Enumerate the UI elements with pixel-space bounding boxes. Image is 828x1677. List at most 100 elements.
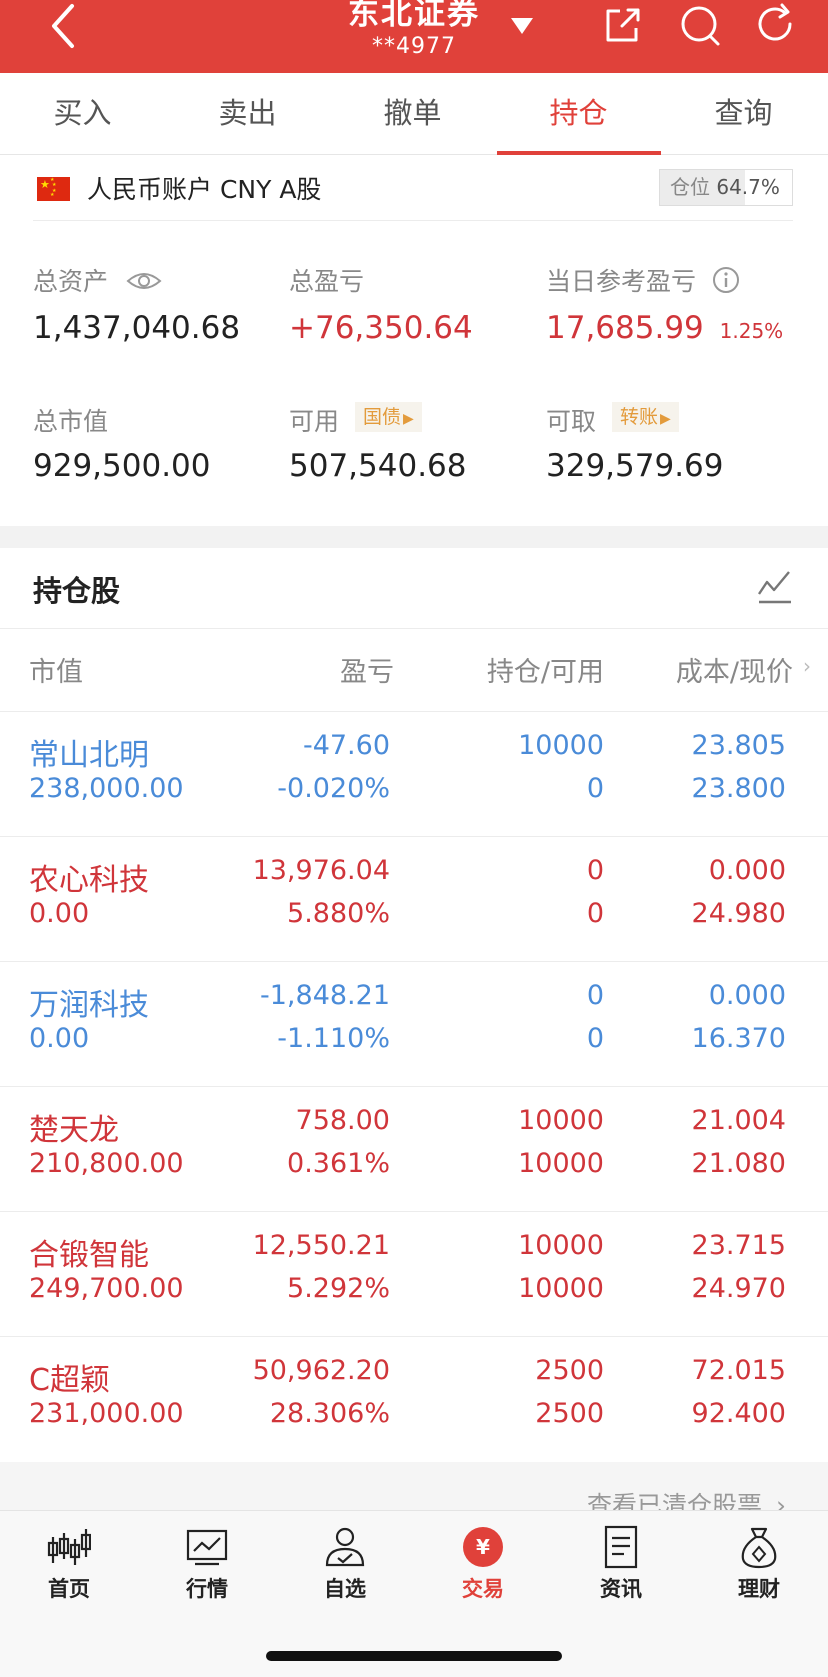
market-value: 210,800.00 bbox=[29, 1148, 184, 1179]
col-cost-price[interactable]: 成本/现价 bbox=[676, 650, 793, 689]
holding-row[interactable]: 农心科技 0.00 13,976.04 5.880% 0 0 0.000 24.980 bbox=[0, 836, 828, 961]
daily-pnl-label: 当日参考盈亏 bbox=[546, 262, 740, 298]
chart-toggle-icon[interactable] bbox=[756, 568, 794, 608]
cost-price: 72.015 bbox=[691, 1355, 786, 1386]
cost-price: 23.715 bbox=[691, 1230, 786, 1261]
holding-row[interactable]: C超颖 231,000.00 50,962.20 28.306% 2500 2500 72.… bbox=[0, 1336, 828, 1461]
daily-pnl-label-text: 当日参考盈亏 bbox=[546, 267, 697, 296]
stock-name: 农心科技 bbox=[29, 863, 149, 898]
col-hold-available: 持仓/可用 bbox=[486, 657, 604, 688]
total-assets-value: 1,437,040.68 bbox=[33, 310, 241, 346]
current-price: 24.980 bbox=[691, 898, 786, 929]
trade-tabs: 买入 卖出 撤单 持仓 查询 bbox=[0, 73, 828, 155]
refresh-icon[interactable] bbox=[754, 2, 798, 48]
nav-label: 资讯 bbox=[600, 1577, 642, 1601]
svg-text:¥: ¥ bbox=[476, 1535, 490, 1559]
holding-row[interactable]: 常山北明 238,000.00 -47.60 -0.020% 10000 0 23.805 2… bbox=[0, 711, 828, 836]
hold-qty: 0 bbox=[586, 980, 604, 1011]
stock-name: 合锻智能 bbox=[29, 1238, 149, 1273]
account-row: ★ ★ ★ ★ ★ 人民币账户 CNY A股 仓位 64.7% bbox=[33, 155, 793, 221]
account-dropdown-icon[interactable] bbox=[507, 14, 537, 38]
tab-buy[interactable]: 买入 bbox=[0, 73, 165, 155]
transfer-tag-button[interactable]: 转账 ▶ bbox=[612, 402, 679, 432]
stock-name: 楚天龙 bbox=[29, 1113, 119, 1148]
daily-pnl-value: 17,685.99 1.25% bbox=[546, 310, 783, 346]
divider bbox=[0, 628, 828, 629]
cost-price: 0.000 bbox=[708, 980, 786, 1011]
pnl-percent: 0.361% bbox=[287, 1148, 390, 1179]
holdings-title: 持仓股 bbox=[33, 574, 121, 608]
market-chart-icon bbox=[186, 1529, 228, 1566]
nav-market[interactable]: 行情 bbox=[138, 1511, 276, 1621]
nav-label: 首页 bbox=[48, 1577, 90, 1601]
pnl-percent: 5.880% bbox=[287, 898, 390, 929]
current-price: 16.370 bbox=[691, 1023, 786, 1054]
nav-label: 行情 bbox=[186, 1577, 228, 1601]
hold-qty: 2500 bbox=[535, 1355, 604, 1386]
money-bag-icon bbox=[741, 1527, 777, 1569]
avail-qty: 2500 bbox=[535, 1398, 604, 1429]
nav-label: 自选 bbox=[324, 1577, 366, 1601]
position-ratio-label: 仓位 bbox=[670, 175, 710, 199]
tab-cancel[interactable]: 撤单 bbox=[330, 73, 495, 155]
stock-name: 常山北明 bbox=[29, 738, 149, 773]
user-check-icon bbox=[325, 1527, 365, 1567]
yuan-coin-icon: ¥ bbox=[463, 1527, 503, 1567]
cleared-stocks-area: 查看已清仓股票 › bbox=[0, 1462, 828, 1510]
current-price: 23.800 bbox=[691, 773, 786, 804]
account-label[interactable]: 人民币账户 CNY A股 bbox=[87, 170, 321, 206]
pnl-amount: 12,550.21 bbox=[252, 1230, 390, 1261]
search-icon[interactable] bbox=[678, 2, 722, 48]
pnl-percent: -0.020% bbox=[277, 773, 390, 804]
hold-qty: 0 bbox=[586, 855, 604, 886]
stock-name: C超颖 bbox=[29, 1363, 110, 1398]
market-value-value: 929,500.00 bbox=[33, 448, 211, 484]
current-price: 92.400 bbox=[691, 1398, 786, 1429]
nav-home[interactable]: 首页 bbox=[0, 1511, 138, 1621]
tab-holdings[interactable]: 持仓 bbox=[496, 73, 661, 155]
current-price: 24.970 bbox=[691, 1273, 786, 1304]
nav-watchlist[interactable]: 自选 bbox=[276, 1511, 414, 1621]
available-label: 可用 bbox=[289, 407, 340, 436]
holding-row[interactable]: 合锻智能 249,700.00 12,550.21 5.292% 10000 10000 2… bbox=[0, 1211, 828, 1336]
tab-query[interactable]: 查询 bbox=[661, 73, 826, 155]
document-icon bbox=[604, 1525, 638, 1569]
holding-row[interactable]: 万润科技 0.00 -1,848.21 -1.110% 0 0 0.000 16.370 bbox=[0, 961, 828, 1086]
position-ratio-badge: 仓位 64.7% bbox=[659, 169, 793, 206]
view-cleared-stocks-link[interactable]: 查看已清仓股票 › bbox=[587, 1486, 786, 1510]
nav-news[interactable]: 资讯 bbox=[552, 1511, 690, 1621]
withdrawable-value: 329,579.69 bbox=[546, 448, 724, 484]
available-value: 507,540.68 bbox=[289, 448, 467, 484]
withdrawable-label: 可取 bbox=[546, 407, 597, 436]
avail-qty: 0 bbox=[586, 773, 604, 804]
share-icon[interactable] bbox=[600, 2, 644, 48]
total-assets-label: 总资产 bbox=[33, 262, 162, 298]
market-value: 0.00 bbox=[29, 898, 90, 929]
total-pnl-value: +76,350.64 bbox=[289, 310, 473, 346]
market-value: 249,700.00 bbox=[29, 1273, 184, 1304]
market-value: 0.00 bbox=[29, 1023, 90, 1054]
tab-sell[interactable]: 卖出 bbox=[165, 73, 330, 155]
top-bar: 东北证券 **4977 bbox=[0, 0, 828, 73]
chevron-right-icon[interactable]: › bbox=[803, 654, 811, 678]
market-value-label: 总市值 bbox=[33, 407, 109, 436]
avail-qty: 10000 bbox=[518, 1148, 604, 1179]
candlestick-icon bbox=[47, 1529, 91, 1565]
hold-qty: 10000 bbox=[518, 730, 604, 761]
daily-pnl-percent: 1.25% bbox=[719, 319, 784, 343]
holding-row[interactable]: 楚天龙 210,800.00 758.00 0.361% 10000 10000 21.00… bbox=[0, 1086, 828, 1211]
pnl-amount: 758.00 bbox=[295, 1105, 390, 1136]
pnl-percent: 28.306% bbox=[269, 1398, 390, 1429]
info-icon[interactable] bbox=[712, 266, 740, 294]
col-market-value: 市值 bbox=[29, 657, 83, 688]
nav-trade[interactable]: ¥ 交易 bbox=[414, 1511, 552, 1621]
market-value: 231,000.00 bbox=[29, 1398, 184, 1429]
nav-wealth[interactable]: 理财 bbox=[690, 1511, 828, 1621]
cost-price: 0.000 bbox=[708, 855, 786, 886]
hold-qty: 10000 bbox=[518, 1230, 604, 1261]
total-pnl-label: 总盈亏 bbox=[289, 267, 365, 296]
section-divider bbox=[0, 526, 828, 548]
transfer-tag-text: 转账 bbox=[620, 406, 659, 428]
bond-tag-button[interactable]: 国债 ▶ bbox=[355, 402, 422, 432]
eye-icon[interactable] bbox=[126, 269, 162, 293]
